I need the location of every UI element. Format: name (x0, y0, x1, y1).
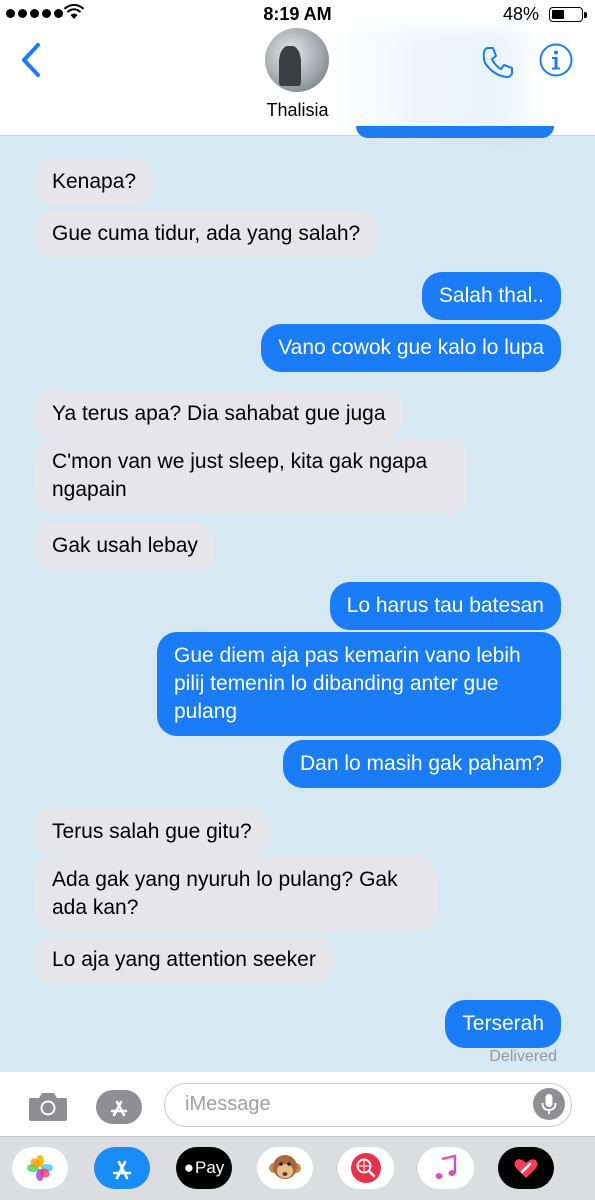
imessage-app-drawer: ● Pay (0, 1136, 595, 1200)
incoming-message[interactable]: Kenapa? (35, 158, 154, 206)
partial-outgoing-bubble (356, 126, 554, 138)
outgoing-message[interactable]: Lo harus tau batesan (329, 582, 561, 630)
app-store-icon[interactable] (94, 1147, 150, 1189)
outgoing-message[interactable]: Gue diem aja pas kemarin vano lebih pili… (157, 632, 561, 736)
back-chevron-icon[interactable] (18, 42, 46, 78)
contact-avatar[interactable] (265, 28, 329, 92)
apple-logo-icon: ● (183, 1158, 194, 1177)
message-field[interactable] (164, 1083, 572, 1127)
microphone-icon[interactable] (533, 1088, 565, 1120)
incoming-message[interactable]: C'mon van we just sleep, kita gak ngapa … (35, 438, 467, 514)
incoming-message[interactable]: Terus salah gue gitu? (35, 808, 269, 856)
heart-digital-touch-icon[interactable] (498, 1147, 554, 1189)
camera-icon[interactable] (28, 1090, 68, 1122)
photos-icon[interactable] (12, 1147, 68, 1189)
compose-bar (0, 1072, 595, 1136)
info-icon[interactable] (538, 42, 574, 78)
incoming-message[interactable]: Gak usah lebay (35, 522, 215, 570)
web-search-icon[interactable] (338, 1147, 394, 1189)
apple-pay-label: Pay (194, 1158, 225, 1177)
incoming-message[interactable]: Ada gak yang nyuruh lo pulang? Gak ada k… (35, 856, 437, 932)
app-store-drawer-button[interactable] (96, 1090, 142, 1124)
music-icon[interactable] (418, 1147, 474, 1189)
outgoing-message[interactable]: Vano cowok gue kalo lo lupa (261, 324, 561, 372)
apple-pay-icon[interactable]: ● Pay (176, 1147, 232, 1189)
monkey-animoji-icon[interactable] (257, 1147, 313, 1189)
battery-percent: 48% (502, 4, 539, 24)
message-input[interactable] (183, 1092, 517, 1117)
contact-name[interactable]: Thalisia (0, 100, 595, 121)
app-store-icon (110, 1100, 128, 1117)
phone-icon[interactable] (480, 44, 516, 80)
battery-icon (549, 7, 587, 22)
outgoing-message[interactable]: Terserah (445, 1000, 561, 1048)
outgoing-message[interactable]: Salah thal.. (421, 272, 561, 320)
delivery-status: Delivered (489, 1048, 557, 1065)
message-thread[interactable]: Kenapa? Gue cuma tidur, ada yang salah? … (0, 126, 595, 1072)
incoming-message[interactable]: Ya terus apa? Dia sahabat gue juga (35, 390, 403, 438)
conversation-header: Thalisia (0, 28, 595, 136)
incoming-message[interactable]: Lo aja yang attention seeker (35, 936, 333, 984)
incoming-message[interactable]: Gue cuma tidur, ada yang salah? (35, 210, 378, 258)
status-bar: 8:19 AM 48% (0, 0, 595, 28)
outgoing-message[interactable]: Dan lo masih gak paham? (283, 740, 561, 788)
